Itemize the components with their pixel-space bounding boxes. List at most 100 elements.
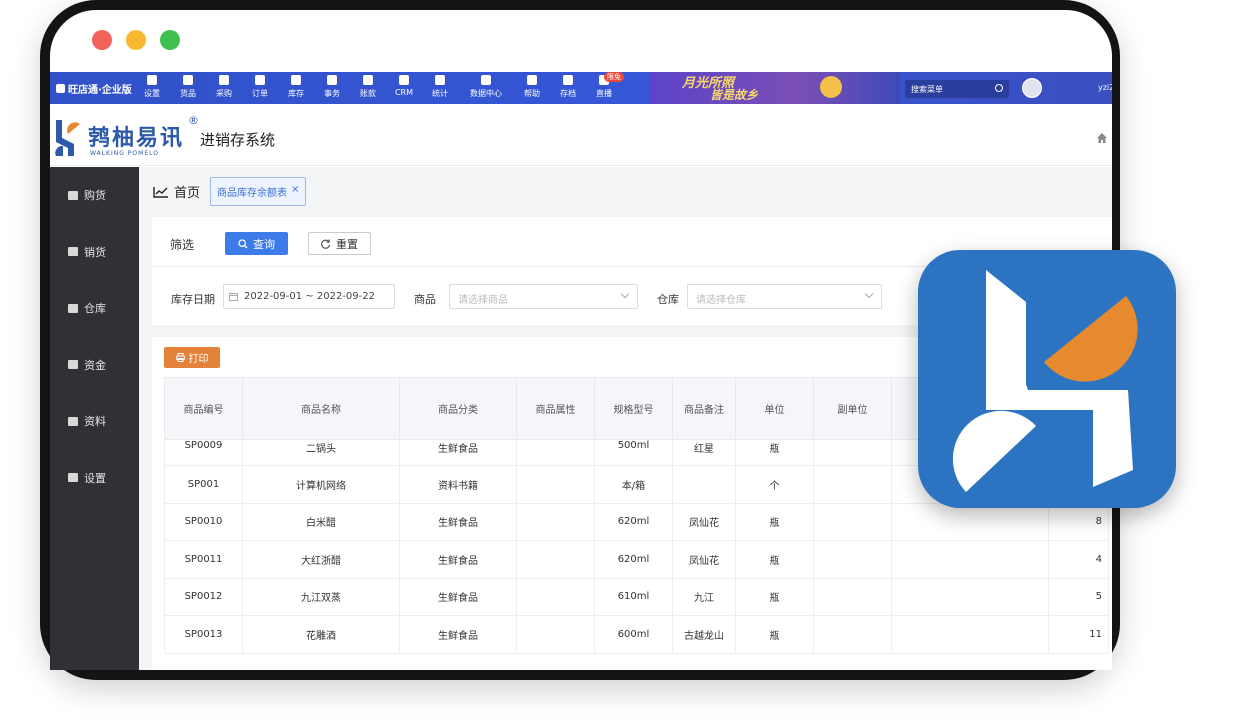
table-cell: 九江双蒸 xyxy=(242,577,400,616)
reset-button-label: 重置 xyxy=(336,237,358,251)
table-cell xyxy=(813,615,892,654)
date-range-input[interactable]: 2022-09-01 ~ 2022-09-22 xyxy=(223,284,395,309)
table-row[interactable]: SP0011 大红浙醋 生鲜食品 620ml 凤仙花瓶 4 xyxy=(164,540,1109,579)
column-header[interactable]: 商品属性 xyxy=(516,377,595,440)
column-header[interactable]: 商品编号 xyxy=(164,377,243,440)
sidebar-item-label: 仓库 xyxy=(84,302,106,315)
sidebar: 购货销货仓库资金资料设置 xyxy=(50,167,139,670)
nav-item-label: 存档 xyxy=(560,89,576,98)
sidebar-item-3[interactable]: 资金 xyxy=(50,345,139,385)
table-cell: 610ml xyxy=(594,577,673,616)
table-cell: 生鲜食品 xyxy=(399,439,517,466)
minimize-window-button[interactable] xyxy=(126,30,146,50)
nav-item-label: 设置 xyxy=(144,89,160,98)
warehouse-select-placeholder: 请选择仓库 xyxy=(696,295,746,306)
column-header[interactable]: 商品分类 xyxy=(399,377,517,440)
date-range-value: 2022-09-01 ~ 2022-09-22 xyxy=(244,291,375,302)
avatar[interactable] xyxy=(1022,78,1042,98)
table-cell xyxy=(672,465,736,504)
order-icon xyxy=(255,75,265,85)
search-icon xyxy=(238,238,248,248)
nav-item-10[interactable]: 帮助 xyxy=(514,75,550,101)
nav-badge: 限免 xyxy=(604,72,624,82)
help-icon xyxy=(527,75,537,85)
purchase-icon xyxy=(68,190,78,200)
logo: 鹁柚易讯 WALKING POMELO ® xyxy=(54,114,199,160)
close-icon[interactable]: × xyxy=(291,184,299,199)
archive-icon xyxy=(563,75,573,85)
table-row[interactable]: SP0013 花雕酒 生鲜食品 600ml 古越龙山瓶 11 xyxy=(164,615,1109,654)
nav-item-9[interactable]: 数据中心 xyxy=(458,75,514,101)
nav-item-7[interactable]: CRM xyxy=(386,75,422,101)
app-header: 鹁柚易讯 WALKING POMELO ® 进销存系统 xyxy=(50,108,1112,166)
sidebar-item-5[interactable]: 设置 xyxy=(50,458,139,498)
nav-item-8[interactable]: 统计 xyxy=(422,75,458,101)
nav-item-11[interactable]: 存档 xyxy=(550,75,586,101)
promo-banner[interactable]: 月光所照 皆是故乡 xyxy=(650,72,900,104)
warehouse-label: 仓库 xyxy=(657,293,679,306)
tab-bar: 首页 商品库存余额表 × xyxy=(153,177,307,206)
pomelo-logo-icon xyxy=(952,270,1138,492)
table-cell: 资料书籍 xyxy=(399,465,517,504)
date-label: 库存日期 xyxy=(171,293,215,306)
column-header[interactable]: 规格型号 xyxy=(594,377,673,440)
menu-search-input[interactable]: 搜索菜单 xyxy=(905,80,1009,98)
table-cell: SP0012 xyxy=(164,577,243,616)
gear-icon xyxy=(147,75,157,85)
maximize-window-button[interactable] xyxy=(160,30,180,50)
nav-item-label: 账款 xyxy=(360,89,376,98)
table-cell xyxy=(891,502,1049,541)
table-cell: SP0013 xyxy=(164,615,243,654)
table-cell: SP0009 xyxy=(164,439,243,466)
sidebar-item-label: 资金 xyxy=(84,358,106,372)
column-header[interactable]: 商品名称 xyxy=(242,377,400,440)
sidebar-item-label: 销货 xyxy=(84,245,106,259)
table-cell: 计算机网络 xyxy=(242,465,400,504)
nav-item-12[interactable]: 直播 限免 xyxy=(586,72,624,101)
sidebar-item-0[interactable]: 购货 xyxy=(50,175,139,215)
tab-inventory-balance[interactable]: 商品库存余额表 × xyxy=(210,177,307,206)
nav-item-label: 订单 xyxy=(252,89,268,98)
print-button[interactable]: 打印 xyxy=(164,347,220,368)
column-header[interactable]: 商品备注 xyxy=(672,377,736,440)
nav-item-label: 事务 xyxy=(324,89,340,98)
product-select[interactable]: 请选择商品 xyxy=(449,284,638,309)
table-cell xyxy=(813,577,892,616)
nav-item-5[interactable]: 事务 xyxy=(314,75,350,101)
column-header[interactable]: 单位 xyxy=(735,377,814,440)
table-cell: 生鲜食品 xyxy=(399,615,517,654)
system-title: 进销存系统 xyxy=(200,131,276,149)
nav-item-3[interactable]: 订单 xyxy=(242,75,278,101)
nav-item-label: 帮助 xyxy=(524,89,540,98)
table-cell xyxy=(813,465,892,504)
close-window-button[interactable] xyxy=(92,30,112,50)
nav-item-6[interactable]: 账款 xyxy=(350,75,386,101)
table-row[interactable]: SP0010 白米醋 生鲜食品 620ml 凤仙花瓶 8 xyxy=(164,502,1109,541)
nav-item-label: 库存 xyxy=(288,89,304,98)
brand-label: 旺店通·企业版 xyxy=(68,85,132,96)
column-header[interactable]: 副单位 xyxy=(813,377,892,440)
user-name[interactable]: yzi2... xyxy=(1098,83,1112,92)
sidebar-item-1[interactable]: 销货 xyxy=(50,232,139,272)
home-icon[interactable] xyxy=(1096,132,1108,144)
query-button[interactable]: 查询 xyxy=(225,232,288,255)
table-cell: 8 xyxy=(1048,502,1109,541)
warehouse-icon xyxy=(68,303,78,313)
nav-item-label: 货品 xyxy=(180,89,196,98)
sidebar-item-2[interactable]: 仓库 xyxy=(50,288,139,328)
reset-button[interactable]: 重置 xyxy=(308,232,371,255)
sidebar-item-4[interactable]: 资料 xyxy=(50,401,139,441)
tab-home[interactable]: 首页 xyxy=(153,182,200,201)
nav-item-4[interactable]: 库存 xyxy=(278,75,314,101)
table-cell: 瓶 xyxy=(735,502,814,541)
nav-item-0[interactable]: 设置 xyxy=(134,75,170,101)
brand[interactable]: 旺店通·企业版 xyxy=(56,81,132,96)
nav-item-1[interactable]: 货品 xyxy=(170,75,206,101)
table-cell xyxy=(516,502,595,541)
warehouse-select[interactable]: 请选择仓库 xyxy=(687,284,882,309)
table-cell: 瓶 xyxy=(735,540,814,579)
table-row[interactable]: SP0012 九江双蒸 生鲜食品 610ml 九江瓶 5 xyxy=(164,577,1109,616)
top-navigation-bar: 旺店通·企业版 设置 货品 采购 订单 库存 事务 账款 CRM 统计 数据中心 帮助 存档 直播 限免 … xyxy=(50,72,1112,104)
table-cell xyxy=(516,577,595,616)
nav-item-2[interactable]: 采购 xyxy=(206,75,242,101)
